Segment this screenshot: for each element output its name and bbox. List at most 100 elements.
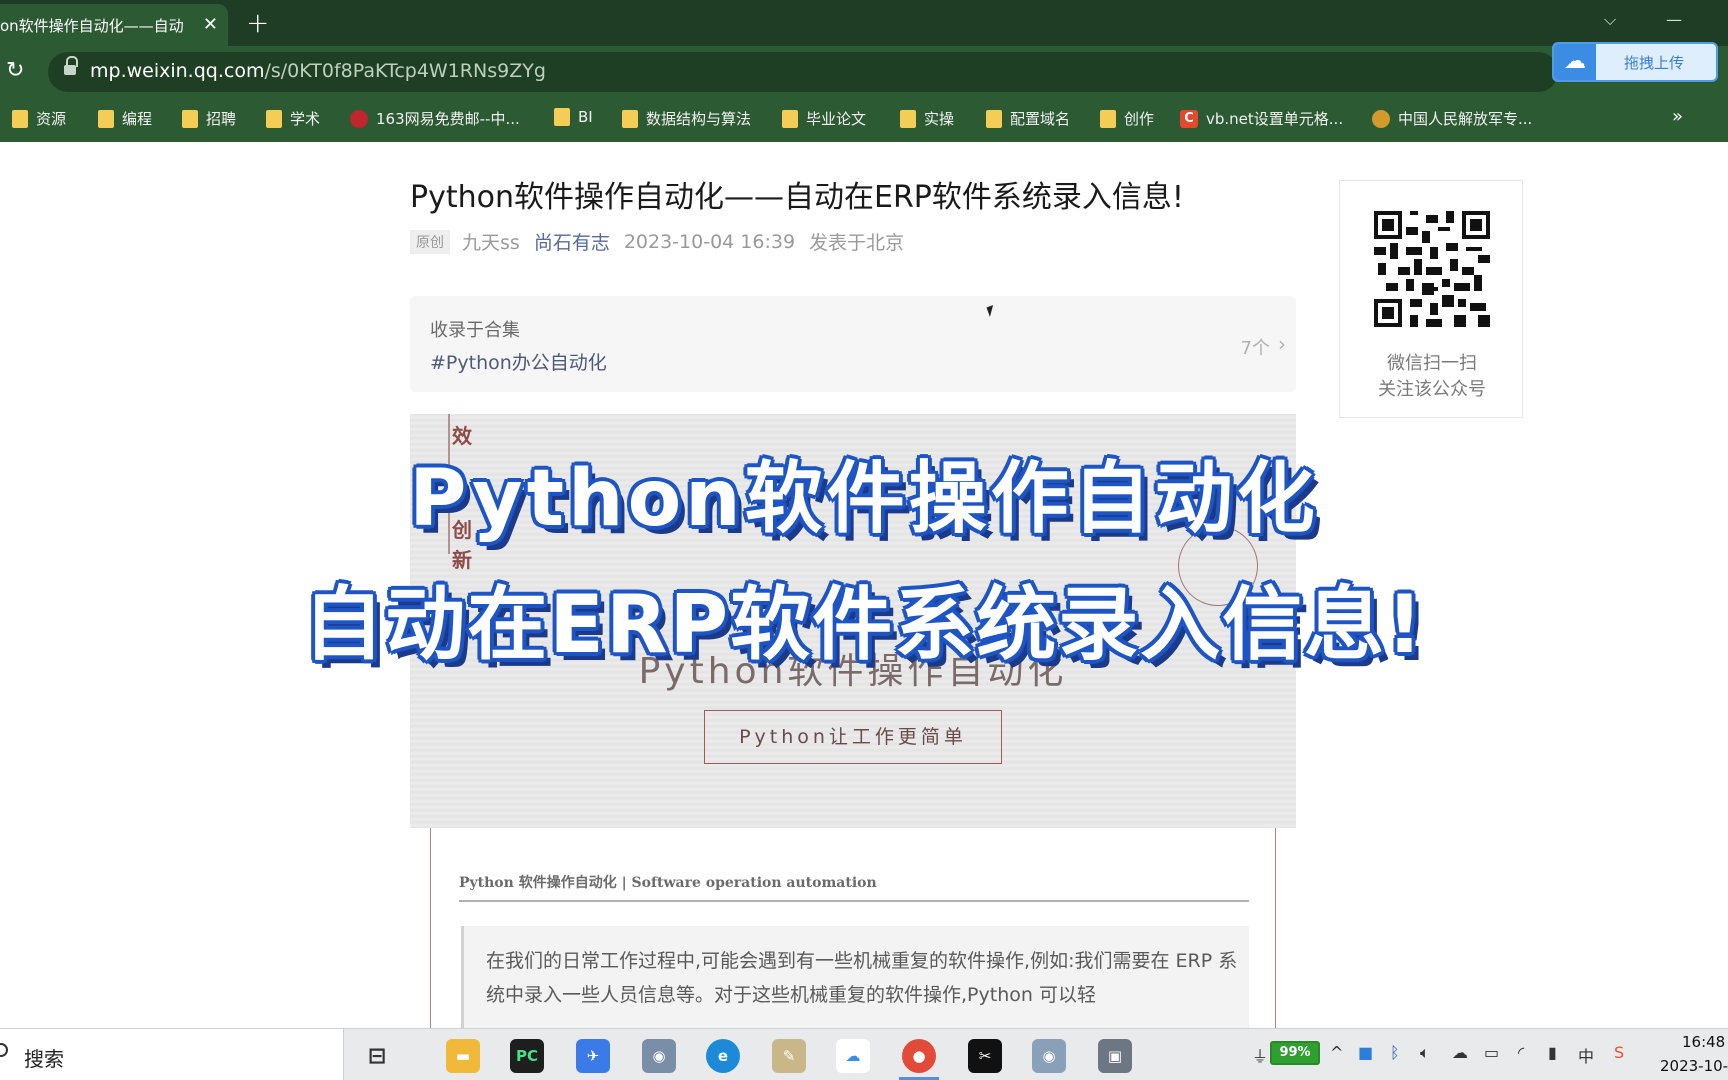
- minimize-icon[interactable]: —: [1666, 10, 1682, 29]
- bookmark-vbnet[interactable]: Cvb.net设置单元格...: [1180, 108, 1343, 129]
- baidu-netdisk-icon[interactable]: ☁: [836, 1039, 870, 1073]
- qr-caption-line1: 微信扫一扫: [1387, 353, 1477, 374]
- battery-indicator[interactable]: 99%: [1270, 1041, 1320, 1065]
- close-tab-icon[interactable]: ✕: [203, 14, 218, 35]
- collection-count: 7个: [1240, 338, 1270, 359]
- bookmark-create[interactable]: 创作: [1100, 108, 1154, 129]
- input-method-icon[interactable]: 中: [1578, 1043, 1594, 1067]
- new-tab-button[interactable]: +: [246, 6, 269, 39]
- qr-card: 微信扫一扫 关注该公众号: [1339, 180, 1523, 418]
- publish-location: 发表于北京: [809, 232, 905, 254]
- bookmark-practice[interactable]: 实操: [900, 108, 954, 129]
- bookmark-label: 中国人民解放军专...: [1398, 110, 1533, 128]
- section-divider: [459, 900, 1249, 902]
- bookmarks-bar: 资源 编程 招聘 学术 163网易免费邮--中... BI 数据结构与算法 毕业…: [0, 98, 1728, 142]
- reload-icon[interactable]: ↻: [6, 58, 24, 83]
- tray-app-icon[interactable]: ■: [1358, 1043, 1373, 1062]
- folder-icon: [1100, 109, 1116, 128]
- cloud-sync-icon[interactable]: ☁: [1452, 1043, 1468, 1062]
- app-icon-gray[interactable]: ◉: [642, 1039, 676, 1073]
- article-title: Python软件操作自动化——自动在ERP软件系统录入信息!: [410, 180, 1184, 215]
- tab-search-icon[interactable]: ⌵: [1604, 10, 1616, 30]
- bluetooth-icon[interactable]: ᛒ: [1390, 1043, 1400, 1062]
- bookmarks-overflow-icon[interactable]: »: [1672, 106, 1683, 127]
- bookmark-label: 学术: [290, 110, 321, 128]
- tab-title: on软件操作自动化——自动: [0, 16, 184, 35]
- search-icon: [0, 1043, 8, 1057]
- url-text[interactable]: mp.weixin.qq.com/s/0KT0f8PaKTcp4W1RNs9ZY…: [90, 60, 546, 82]
- lock-icon: [64, 56, 78, 76]
- account-link[interactable]: 尚石有志: [534, 228, 610, 255]
- folder-icon: [986, 109, 1002, 128]
- clock-date[interactable]: 2023-10-: [1660, 1057, 1728, 1075]
- folder-icon: [622, 109, 638, 128]
- bookmark-thesis[interactable]: 毕业论文: [782, 108, 866, 129]
- paint-icon[interactable]: ✎: [772, 1039, 806, 1073]
- bookmark-ds-algo[interactable]: 数据结构与算法: [622, 108, 751, 129]
- baidu-cloud-icon: ☁: [1554, 44, 1596, 80]
- chevron-up-icon[interactable]: ^: [1330, 1043, 1343, 1062]
- pycharm-icon[interactable]: PC: [510, 1039, 544, 1073]
- bookmark-resources[interactable]: 资源: [12, 108, 66, 129]
- intro-text: 在我们的日常工作过程中,可能会遇到有一些机械重复的软件操作,例如:我们需要在 E…: [486, 950, 1238, 1006]
- article-meta: 原创 九天ss 尚石有志 2023-10-04 16:39 发表于北京: [410, 228, 904, 255]
- overlay-caption-line2: 自动在ERP软件系统录入信息!: [303, 578, 1425, 671]
- folder-icon: [12, 109, 28, 128]
- address-bar: ↻ mp.weixin.qq.com/s/0KT0f8PaKTcp4W1RNs9…: [0, 46, 1728, 98]
- volume-icon[interactable]: 🔈︎: [1420, 1043, 1430, 1063]
- wifi-icon[interactable]: ◜: [1518, 1043, 1524, 1062]
- sogou-icon[interactable]: S: [1614, 1043, 1624, 1062]
- capcut-icon[interactable]: ✂: [968, 1039, 1002, 1073]
- emblem-icon: [1372, 109, 1390, 128]
- bookmark-bi[interactable]: BI: [554, 108, 593, 126]
- folder-icon: [782, 109, 798, 128]
- bookmark-domain[interactable]: 配置域名: [986, 108, 1070, 129]
- clock-time[interactable]: 16:48: [1682, 1033, 1725, 1051]
- intro-quote: 在我们的日常工作过程中,可能会遇到有一些机械重复的软件操作,例如:我们需要在 E…: [461, 926, 1249, 1036]
- url-path: /s/0KT0f8PaKTcp4W1RNs9ZYg: [264, 60, 546, 82]
- bookmark-label: 编程: [122, 110, 153, 128]
- bookmark-label: 毕业论文: [806, 110, 867, 128]
- folder-icon: [98, 109, 114, 128]
- baidu-upload-button[interactable]: ☁ 拖拽上传: [1552, 42, 1718, 82]
- overlay-caption-line1: Python软件操作自动化: [409, 454, 1319, 544]
- recorder-icon[interactable]: ▣: [1098, 1039, 1132, 1073]
- bookmark-label: 配置域名: [1010, 110, 1071, 128]
- folder-icon: [182, 109, 198, 128]
- collection-tag[interactable]: #Python办公自动化: [430, 348, 607, 375]
- bookmark-label: vb.net设置单元格...: [1206, 110, 1344, 128]
- qr-caption-line2: 关注该公众号: [1378, 379, 1486, 400]
- battery-icon[interactable]: ▮: [1548, 1043, 1557, 1062]
- bookmark-label: 招聘: [206, 110, 237, 128]
- url-host: mp.weixin.qq.com: [90, 60, 265, 82]
- bookmark-label: 163网易免费邮--中...: [376, 110, 520, 128]
- qr-code: [1374, 211, 1490, 327]
- bookmark-163mail[interactable]: 163网易免费邮--中...: [350, 108, 520, 129]
- bookmark-academic[interactable]: 学术: [266, 108, 320, 129]
- collection-label: 收录于合集: [430, 320, 520, 341]
- app-icon-gray-2[interactable]: ◉: [1032, 1039, 1066, 1073]
- file-explorer-icon[interactable]: ▬: [446, 1039, 480, 1073]
- omnibox[interactable]: mp.weixin.qq.com/s/0KT0f8PaKTcp4W1RNs9ZY…: [48, 52, 1558, 92]
- taskbar-search[interactable]: 搜索: [0, 1029, 344, 1080]
- author: 九天ss: [462, 232, 520, 254]
- folder-icon: [554, 108, 570, 126]
- bookmark-programming[interactable]: 编程: [98, 108, 152, 129]
- collection-card[interactable]: 收录于合集 #Python办公自动化 7个 ›: [410, 296, 1296, 392]
- browser-tab[interactable]: on软件操作自动化——自动 ✕: [0, 4, 228, 46]
- folder-icon: [266, 109, 282, 128]
- article-body: Python 软件操作自动化 | Software operation auto…: [430, 828, 1276, 1036]
- section-heading: Python 软件操作自动化 | Software operation auto…: [459, 875, 877, 891]
- monitor-icon[interactable]: ▭: [1484, 1043, 1499, 1062]
- upload-label: 拖拽上传: [1624, 54, 1685, 72]
- bookmark-label: 创作: [1124, 110, 1155, 128]
- bookmark-pla[interactable]: 中国人民解放军专...: [1372, 108, 1532, 129]
- edge-icon[interactable]: e: [706, 1039, 740, 1073]
- feishu-icon[interactable]: ✈: [576, 1039, 610, 1073]
- task-view-icon[interactable]: ⊟: [360, 1039, 394, 1073]
- bookmark-jobs[interactable]: 招聘: [182, 108, 236, 129]
- bookmark-label: 资源: [36, 110, 67, 128]
- chrome-icon[interactable]: ●: [902, 1039, 936, 1073]
- taskbar: 搜索 ⊟ ▬ PC ✈ ◉ e ✎ ☁ ● ✂ ◉ ▣ ⏚ 99% ^ ■ ᛒ …: [0, 1028, 1728, 1080]
- original-badge: 原创: [410, 229, 450, 254]
